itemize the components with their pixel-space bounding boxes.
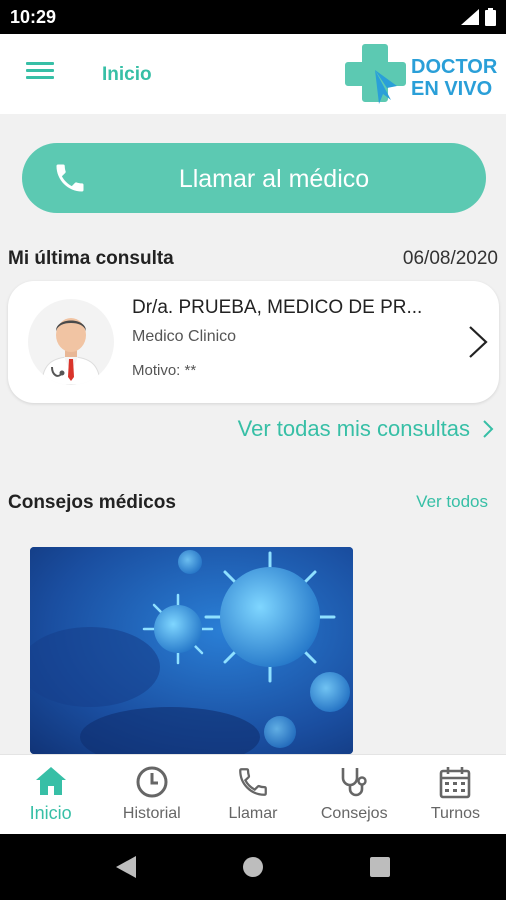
system-navigation-bar xyxy=(0,834,506,900)
see-all-consultations-link[interactable]: Ver todas mis consultas xyxy=(238,416,494,442)
call-doctor-label: Llamar al médico xyxy=(178,165,370,193)
stethoscope-icon xyxy=(341,768,367,797)
nav-label-consejos: Consejos xyxy=(320,805,388,822)
doctor-icon xyxy=(41,318,101,385)
menu-button[interactable] xyxy=(22,58,58,88)
virus-image xyxy=(30,547,353,754)
nav-item-consejos[interactable]: Consejos xyxy=(304,755,405,834)
nav-label-historial: Historial xyxy=(122,805,181,822)
clock-icon xyxy=(136,766,168,798)
nav-item-inicio[interactable]: Inicio xyxy=(0,755,101,834)
status-time: 10:29 xyxy=(10,7,57,27)
signal-icon xyxy=(461,9,479,25)
doctor-avatar xyxy=(28,299,114,385)
nav-label-llamar: Llamar xyxy=(228,805,278,822)
nav-label-turnos: Turnos xyxy=(430,805,481,822)
doctor-specialty: Medico Clinico xyxy=(132,328,237,345)
nav-item-turnos[interactable]: Turnos xyxy=(405,755,506,834)
medical-cross-icon xyxy=(345,44,406,104)
calendar-icon xyxy=(440,767,471,799)
chevron-right-icon xyxy=(483,420,494,438)
logo-line1: DOCTOR xyxy=(411,56,498,78)
logo-line2: EN VIVO xyxy=(411,78,493,100)
nav-label-inicio: Inicio xyxy=(29,803,72,823)
hamburger-icon xyxy=(26,62,54,65)
home-circle-icon[interactable] xyxy=(241,855,265,879)
see-all-tips-link[interactable]: Ver todos xyxy=(416,492,488,512)
recents-icon[interactable] xyxy=(369,856,391,878)
call-doctor-button[interactable]: Llamar al médico xyxy=(22,143,486,213)
battery-icon xyxy=(485,8,496,26)
doctor-name: Dr/a. PRUEBA, MEDICO DE PR... xyxy=(132,297,423,318)
consultation-date: 06/08/2020 xyxy=(402,248,498,269)
phone-icon xyxy=(239,768,267,796)
page-title: Inicio xyxy=(102,64,152,85)
tip-card-image[interactable] xyxy=(30,547,353,754)
back-icon[interactable] xyxy=(114,854,138,880)
app-bar: Inicio DOCTOR EN VIVO xyxy=(0,34,506,114)
home-icon xyxy=(35,767,66,795)
nav-item-historial[interactable]: Historial xyxy=(101,755,202,834)
status-icons xyxy=(461,8,496,26)
last-consultation-card[interactable]: Dr/a. PRUEBA, MEDICO DE PR... Medico Cli… xyxy=(8,281,499,403)
last-consultation-title: Mi última consulta xyxy=(8,248,174,269)
doctor-en-vivo-logo: DOCTOR EN VIVO xyxy=(345,42,505,106)
consultation-reason: Motivo: ** xyxy=(132,362,197,379)
chevron-right-icon xyxy=(469,326,488,358)
medical-tips-title: Consejos médicos xyxy=(8,492,176,513)
status-bar: 10:29 xyxy=(0,0,506,34)
bottom-navigation: Inicio Historial Llamar Consejos Turnos xyxy=(0,754,506,834)
nav-item-llamar[interactable]: Llamar xyxy=(202,755,303,834)
see-all-consultations-label: Ver todas mis consultas xyxy=(237,416,470,441)
